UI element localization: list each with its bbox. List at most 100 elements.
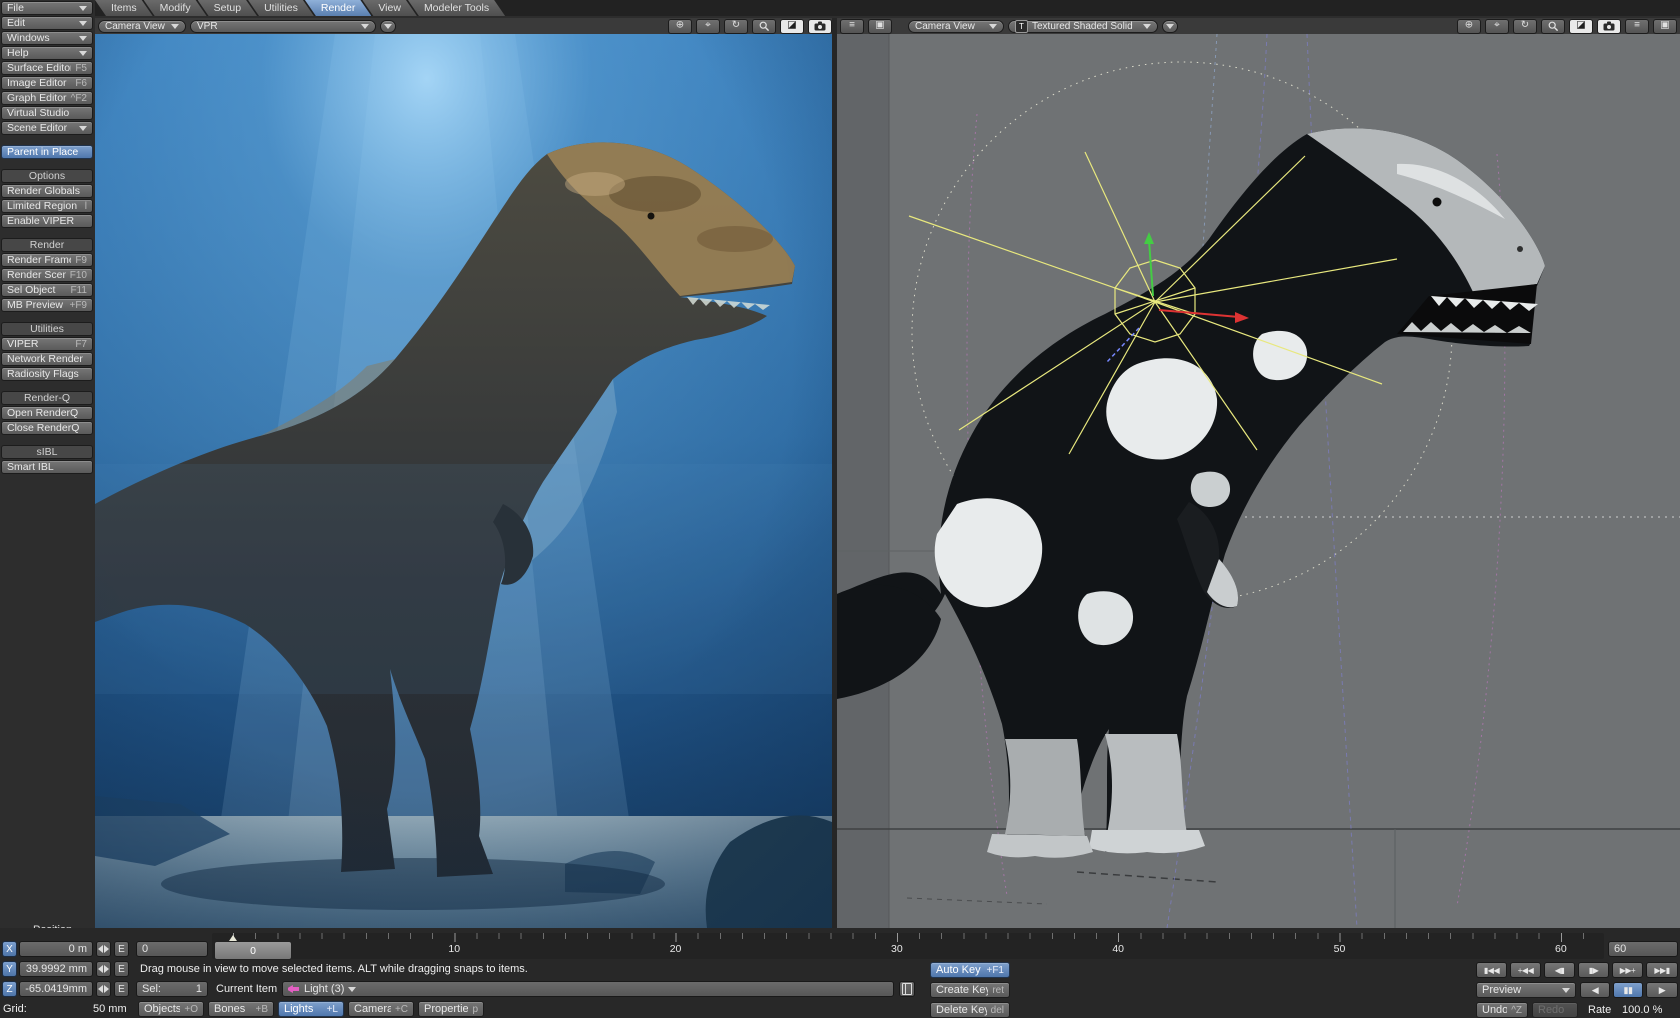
sidebar-item-parent-in-place[interactable]: Parent in Place xyxy=(1,145,93,159)
pan-icon[interactable]: ⊕ xyxy=(1457,19,1481,34)
camera-icon[interactable] xyxy=(808,19,832,34)
right-view-mode-dropdown[interactable]: Camera View xyxy=(908,20,1004,33)
position-x-field[interactable]: 0 m xyxy=(19,941,93,957)
play-button[interactable]: ▶ xyxy=(1646,982,1678,998)
chevron-down-icon xyxy=(989,24,997,29)
right-viewport-options-dropdown[interactable] xyxy=(1162,20,1178,33)
sidebar-item-viper[interactable]: VIPERF7 xyxy=(1,337,93,351)
delete-key-button[interactable]: Delete Keydel xyxy=(930,1002,1010,1018)
rotate-icon[interactable]: ↻ xyxy=(724,19,748,34)
item-properties-icon[interactable] xyxy=(899,981,915,997)
auto-key-button[interactable]: Auto Key+F1 xyxy=(930,962,1010,978)
tab-render[interactable]: Render xyxy=(305,0,371,16)
tab-view[interactable]: View xyxy=(362,0,417,16)
next-key-button[interactable]: ▶▶+ xyxy=(1612,962,1643,978)
timeline-ruler[interactable]: 0 10 20 30 40 50 60 0 xyxy=(212,933,1604,959)
go-to-start-button[interactable]: ▮◀◀ xyxy=(1476,962,1507,978)
play-reverse-button[interactable]: ◀ xyxy=(1580,982,1610,998)
sidebar-item-open-renderq[interactable]: Open RenderQ xyxy=(1,406,93,420)
current-item-dropdown[interactable]: Light (3) xyxy=(282,981,894,997)
z-nudge-buttons[interactable] xyxy=(96,981,111,997)
axis-z-toggle[interactable]: Z xyxy=(2,981,17,997)
menu-edit[interactable]: Edit xyxy=(1,16,93,30)
pause-button[interactable]: ▮▮ xyxy=(1613,982,1643,998)
current-frame-field[interactable]: 0 xyxy=(136,941,208,957)
frame-icon[interactable]: ▣ xyxy=(1653,19,1677,34)
left-viewport-render[interactable] xyxy=(95,34,832,928)
tab-setup[interactable]: Setup xyxy=(198,0,257,16)
z-envelope-button[interactable]: E xyxy=(114,981,129,997)
preview-dropdown[interactable]: Preview xyxy=(1476,982,1576,998)
chevron-down-icon xyxy=(348,987,356,992)
x-nudge-buttons[interactable] xyxy=(96,941,111,957)
position-y-field[interactable]: 39.9992 mm xyxy=(19,961,93,977)
nudge-right-icon xyxy=(104,985,109,993)
properties-button[interactable]: Propertiesp xyxy=(418,1001,484,1017)
redo-button[interactable]: Redo xyxy=(1532,1002,1578,1018)
left-view-mode-dropdown[interactable]: Camera View xyxy=(98,20,186,33)
x-envelope-button[interactable]: E xyxy=(114,941,129,957)
rotate-icon[interactable]: ↻ xyxy=(1513,19,1537,34)
sidebar-item-render-globals[interactable]: Render Globals xyxy=(1,184,93,198)
zoom-icon[interactable] xyxy=(752,19,776,34)
move-icon[interactable]: ⌖ xyxy=(696,19,720,34)
move-icon[interactable]: ⌖ xyxy=(1485,19,1509,34)
undo-button[interactable]: Undo^Z xyxy=(1476,1002,1528,1018)
lightwave-layout-window: Items Modify Setup Utilities Render View… xyxy=(0,0,1680,1018)
sidebar-item-limited-region[interactable]: Limited Regionl xyxy=(1,199,93,213)
sidebar-item-sel-object[interactable]: Sel ObjectF11 xyxy=(1,283,93,297)
position-z-field[interactable]: -65.0419mm xyxy=(19,981,93,997)
rate-value: 100.0 % xyxy=(1622,1004,1662,1016)
previous-key-button[interactable]: +◀◀ xyxy=(1510,962,1541,978)
y-nudge-buttons[interactable] xyxy=(96,961,111,977)
tab-items[interactable]: Items xyxy=(95,0,153,16)
sidebar-item-smart-ibl[interactable]: Smart IBL xyxy=(1,460,93,474)
previous-frame-button[interactable]: ◀▮ xyxy=(1544,962,1575,978)
menu-file[interactable]: File xyxy=(1,1,93,15)
menu-icon[interactable]: ≡ xyxy=(840,19,864,34)
select-lights-button[interactable]: Lights+L xyxy=(278,1001,344,1017)
sidebar-item-radiosity-flags[interactable]: Radiosity Flags xyxy=(1,367,93,381)
frame-icon[interactable]: ▣ xyxy=(868,19,892,34)
left-viewport-options-dropdown[interactable] xyxy=(380,20,396,33)
sidebar-item-render-frame[interactable]: Render FrameF9 xyxy=(1,253,93,267)
sidebar-item-image-editor[interactable]: Image EditorF6 xyxy=(1,76,93,90)
fit-view-icon[interactable]: ◪ xyxy=(780,19,804,34)
right-viewport-render[interactable] xyxy=(837,34,1680,928)
create-key-button[interactable]: Create Keyret xyxy=(930,982,1010,998)
tab-modify[interactable]: Modify xyxy=(144,0,207,16)
end-frame-field[interactable]: 60 xyxy=(1608,941,1678,957)
selection-count-field[interactable]: Sel:1 xyxy=(136,981,208,997)
sidebar-item-close-renderq[interactable]: Close RenderQ xyxy=(1,421,93,435)
sidebar-item-graph-editor[interactable]: Graph Editor^F2 xyxy=(1,91,93,105)
pan-icon[interactable]: ⊕ xyxy=(668,19,692,34)
fit-view-icon[interactable]: ◪ xyxy=(1569,19,1593,34)
tab-modeler-tools[interactable]: Modeler Tools xyxy=(408,0,505,16)
menu-icon[interactable]: ≡ xyxy=(1625,19,1649,34)
select-bones-button[interactable]: Bones+B xyxy=(208,1001,274,1017)
sidebar-item-mb-preview[interactable]: MB Preview+F9 xyxy=(1,298,93,312)
right-shading-dropdown[interactable]: TTextured Shaded Solid xyxy=(1008,20,1158,33)
chevron-down-icon xyxy=(384,24,392,29)
sidebar-item-enable-viper[interactable]: Enable VIPER xyxy=(1,214,93,228)
tab-utilities[interactable]: Utilities xyxy=(248,0,314,16)
next-frame-button[interactable]: ▮▶ xyxy=(1578,962,1609,978)
y-envelope-button[interactable]: E xyxy=(114,961,129,977)
select-objects-button[interactable]: Objects+O xyxy=(138,1001,204,1017)
camera-icon[interactable] xyxy=(1597,19,1621,34)
menu-windows[interactable]: Windows xyxy=(1,31,93,45)
sidebar-item-render-scene[interactable]: Render SceneF10 xyxy=(1,268,93,282)
ruler-tick: 50 xyxy=(1334,943,1346,955)
left-shading-dropdown[interactable]: VPR xyxy=(190,20,376,33)
axis-x-toggle[interactable]: X xyxy=(2,941,17,957)
go-to-end-button[interactable]: ▶▶▮ xyxy=(1646,962,1678,978)
zoom-icon[interactable] xyxy=(1541,19,1565,34)
sidebar-item-scene-editor[interactable]: Scene Editor xyxy=(1,121,93,135)
sidebar-item-network-render[interactable]: Network Render xyxy=(1,352,93,366)
axis-y-toggle[interactable]: Y xyxy=(2,961,17,977)
menu-help[interactable]: Help xyxy=(1,46,93,60)
select-cameras-button[interactable]: Cameras+C xyxy=(348,1001,414,1017)
sidebar-item-virtual-studio[interactable]: Virtual Studio xyxy=(1,106,93,120)
sidebar-item-surface-editor[interactable]: Surface EditorF5 xyxy=(1,61,93,75)
frame-slider-handle[interactable]: 0 xyxy=(214,941,292,960)
